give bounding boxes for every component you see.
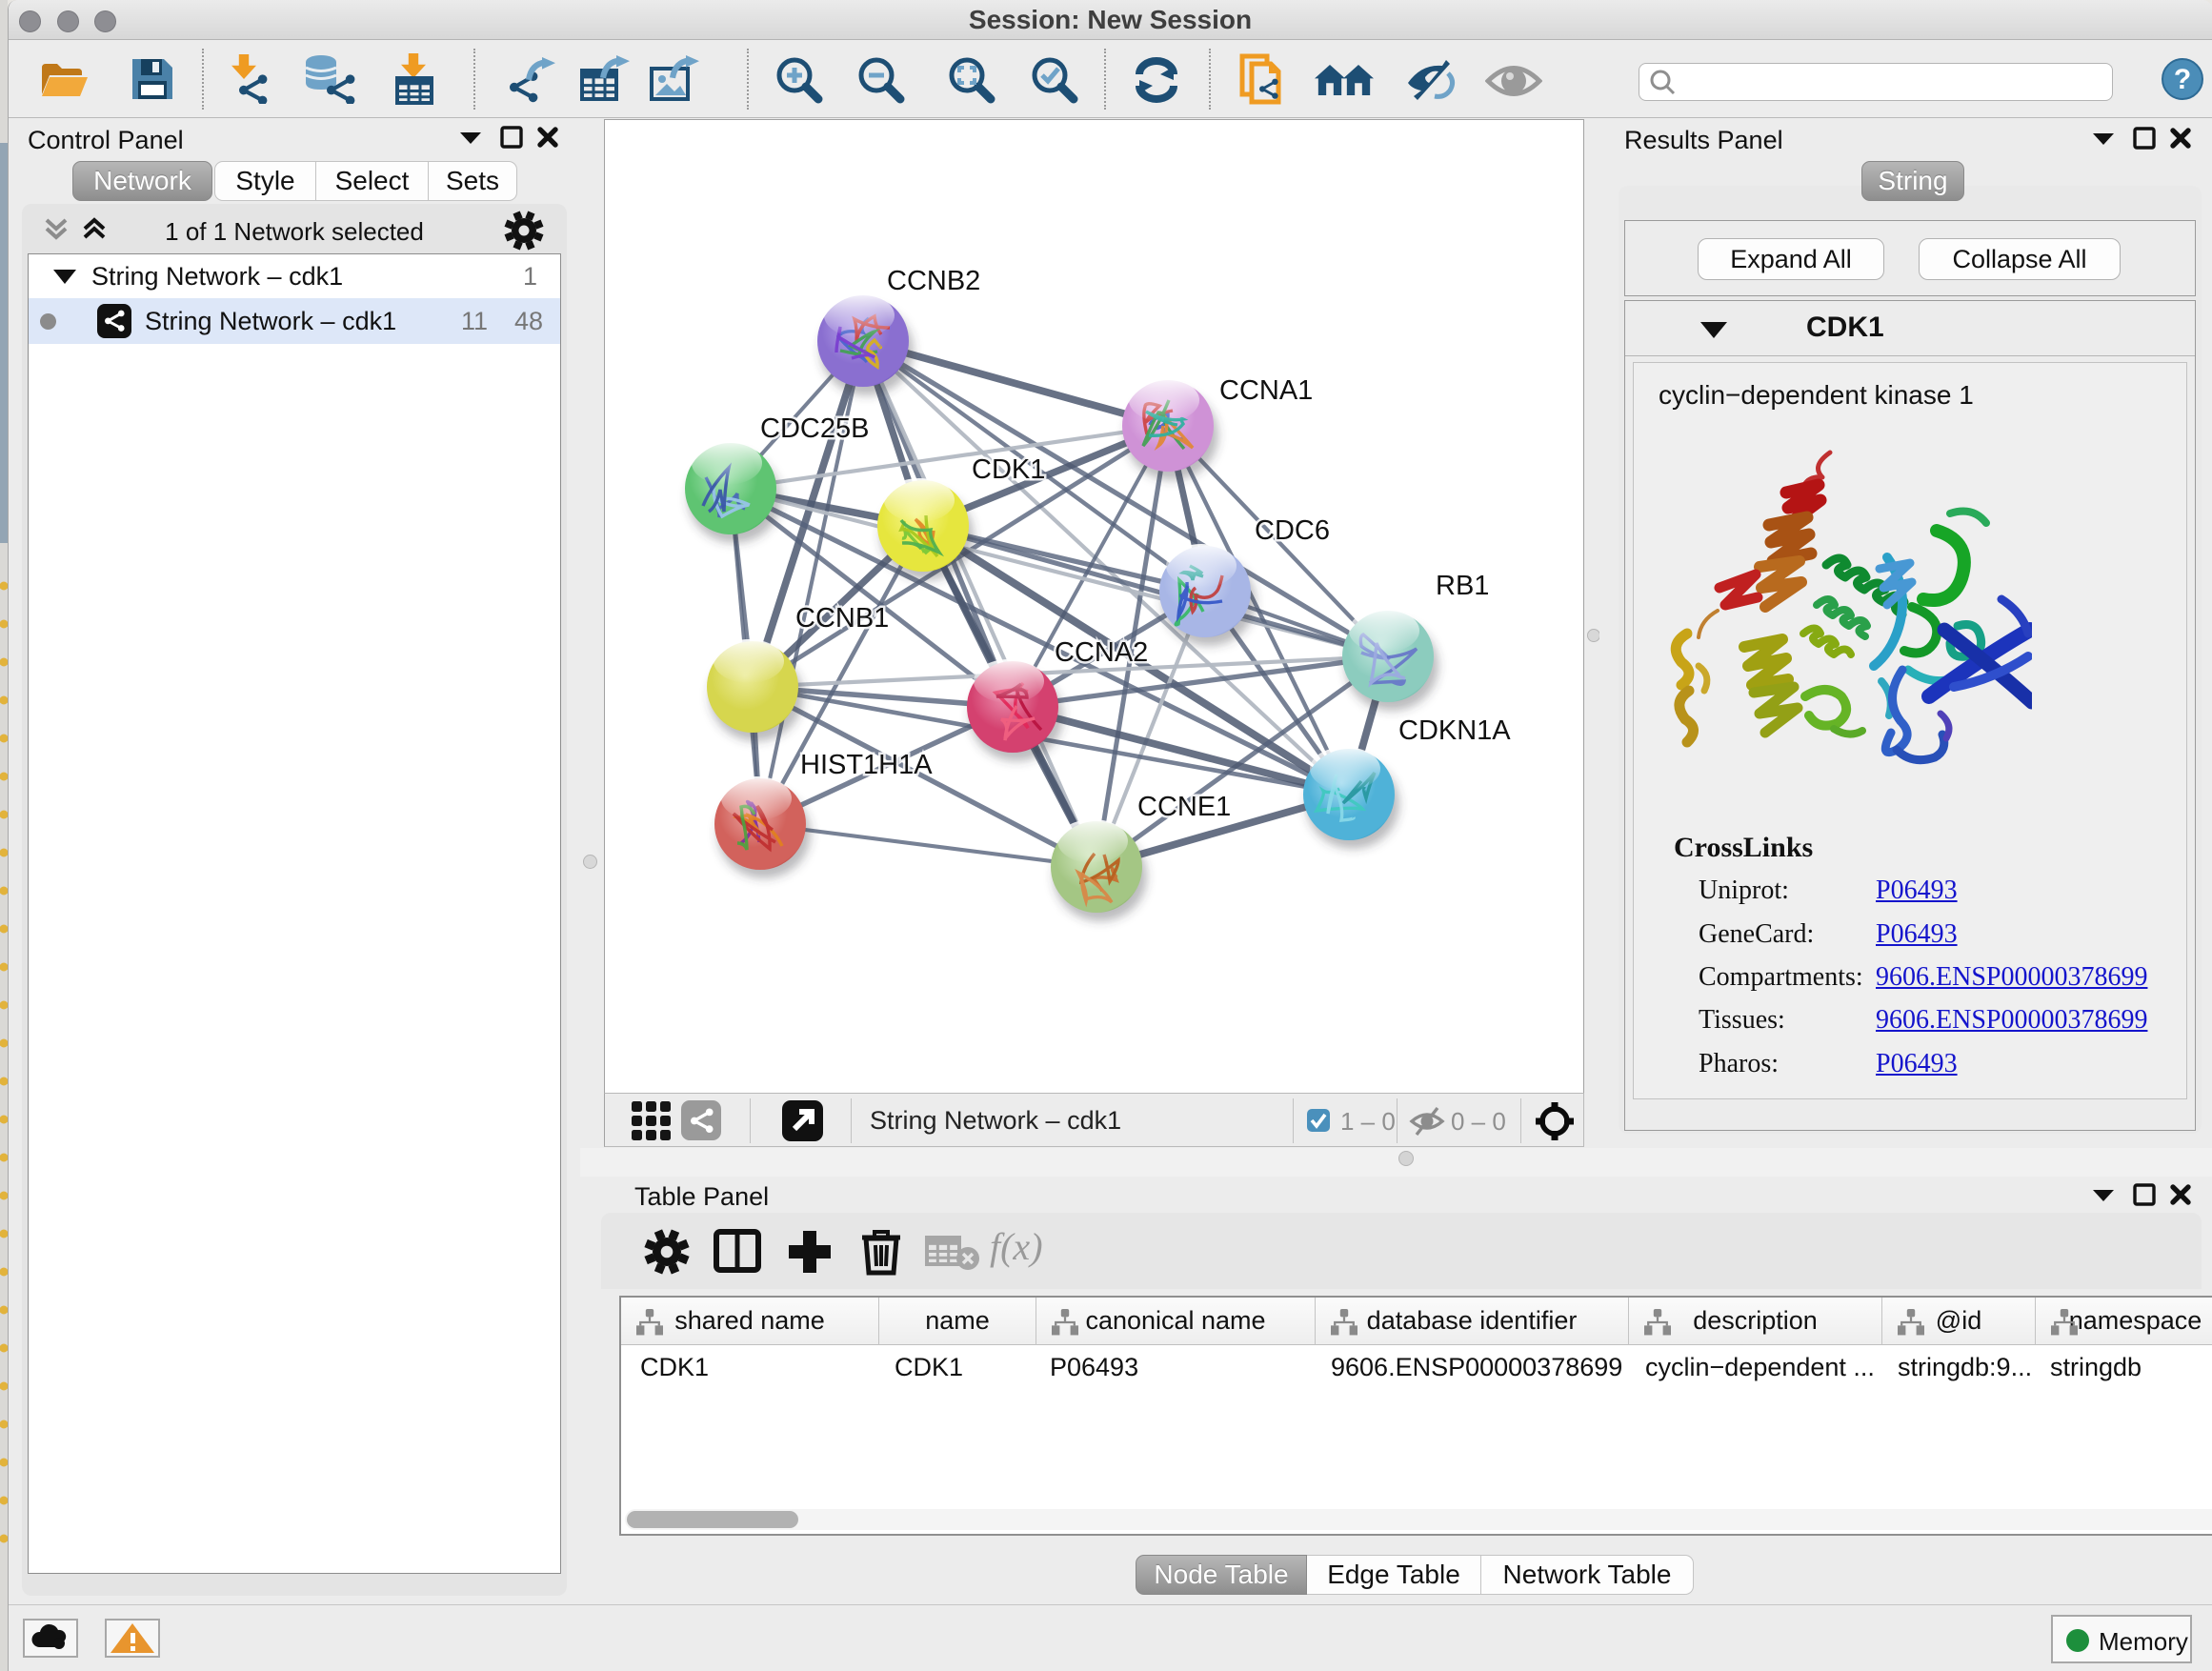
svg-text:CDKN1A: CDKN1A [1398, 715, 1511, 746]
svg-text:CCNA1: CCNA1 [1219, 375, 1313, 406]
svg-text:CCNB2: CCNB2 [887, 266, 980, 296]
svg-text:CCNE1: CCNE1 [1137, 792, 1231, 822]
svg-text:HIST1H1A: HIST1H1A [800, 750, 933, 780]
svg-text:CDK1: CDK1 [972, 454, 1045, 485]
svg-text:CDC25B: CDC25B [760, 413, 869, 444]
svg-text:CCNB1: CCNB1 [795, 603, 889, 634]
svg-text:CDC6: CDC6 [1255, 515, 1330, 546]
svg-text:?: ? [2174, 64, 2191, 95]
svg-text:RB1: RB1 [1436, 571, 1489, 601]
svg-text:CCNA2: CCNA2 [1055, 637, 1148, 668]
